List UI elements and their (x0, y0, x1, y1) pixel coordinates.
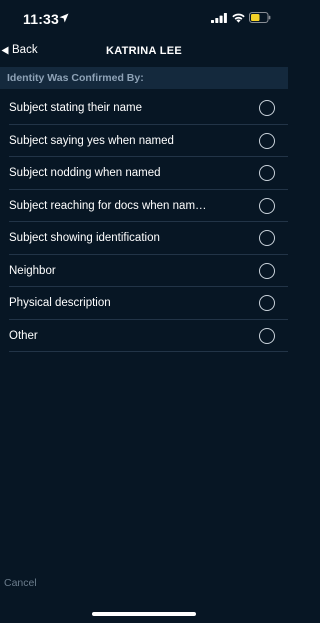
option-row[interactable]: Subject saying yes when named (0, 125, 288, 158)
option-label: Physical description (9, 297, 111, 310)
options-list: Subject stating their name Subject sayin… (0, 92, 288, 352)
status-time: 11:33 (23, 11, 60, 27)
option-label: Subject saying yes when named (9, 134, 174, 147)
radio-button[interactable] (259, 197, 275, 214)
status-bar: 11:33 (0, 0, 288, 38)
radio-button[interactable] (259, 262, 275, 279)
wifi-icon (232, 13, 245, 23)
cancel-button[interactable]: Cancel (4, 577, 37, 589)
option-row[interactable]: Subject showing identification (0, 222, 288, 255)
option-row[interactable]: Physical description (0, 287, 288, 320)
radio-button[interactable] (259, 165, 275, 181)
option-row[interactable]: Neighbor (0, 255, 288, 288)
option-row[interactable]: Subject stating their name (0, 92, 288, 125)
location-arrow-icon (59, 13, 69, 23)
radio-button[interactable] (259, 230, 275, 246)
option-label: Neighbor (9, 264, 56, 277)
option-row[interactable]: Other (0, 320, 288, 353)
option-label: Subject reaching for docs when nam… (9, 199, 207, 212)
option-row[interactable]: Subject nodding when named (0, 157, 288, 190)
radio-button[interactable] (259, 100, 275, 116)
battery-icon (249, 12, 271, 23)
section-header: Identity Was Confirmed By: (0, 67, 288, 89)
radio-button[interactable] (259, 295, 275, 311)
option-label: Subject stating their name (9, 102, 142, 115)
option-label: Other (9, 329, 38, 342)
screen: 11:33 Back KATRINA LEE Identity Was Conf… (0, 0, 288, 623)
option-row[interactable]: Subject reaching for docs when nam… (0, 190, 288, 223)
nav-bar: Back KATRINA LEE (0, 38, 288, 66)
cellular-signal-icon (211, 13, 227, 23)
page-title: KATRINA LEE (105, 45, 183, 57)
home-indicator (92, 612, 196, 616)
radio-button[interactable] (259, 327, 275, 344)
option-label: Subject nodding when named (9, 167, 161, 180)
radio-button[interactable] (259, 132, 275, 149)
option-label: Subject showing identification (9, 232, 160, 245)
